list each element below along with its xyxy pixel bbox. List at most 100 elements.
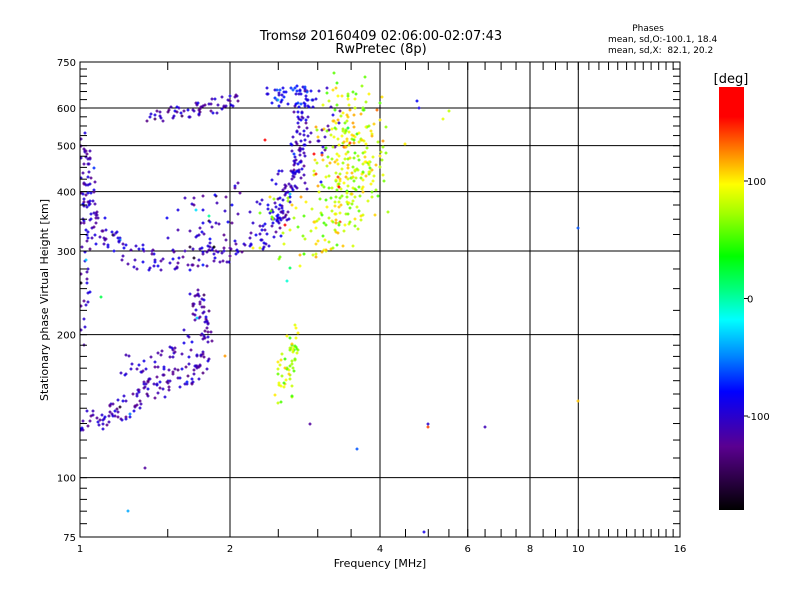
data-point <box>309 229 313 233</box>
data-point <box>331 113 335 117</box>
data-point <box>85 152 89 156</box>
data-point <box>85 409 89 413</box>
data-point <box>124 353 128 357</box>
data-point <box>86 236 90 240</box>
data-point <box>137 247 141 251</box>
data-point <box>161 387 165 391</box>
data-point <box>271 221 275 225</box>
data-point <box>96 420 100 424</box>
data-point <box>96 216 100 220</box>
data-point <box>339 187 343 191</box>
data-point <box>357 140 361 144</box>
data-point <box>291 88 295 92</box>
data-point <box>333 160 337 164</box>
data-point <box>181 255 185 259</box>
data-point <box>342 181 346 185</box>
data-point <box>215 111 219 115</box>
data-point <box>274 230 278 234</box>
data-point <box>327 174 331 178</box>
data-point <box>370 168 374 172</box>
data-point <box>173 367 177 371</box>
data-point <box>82 299 86 303</box>
data-point <box>302 173 306 177</box>
data-point <box>142 359 146 363</box>
data-point <box>576 226 580 230</box>
data-point <box>331 88 335 92</box>
data-point <box>369 182 373 186</box>
data-point <box>277 169 281 173</box>
data-point <box>260 198 264 202</box>
data-point <box>153 117 157 121</box>
data-point <box>191 247 195 251</box>
data-point <box>279 400 283 404</box>
data-point <box>299 139 303 143</box>
data-point <box>273 393 277 397</box>
data-point <box>441 117 445 121</box>
data-point <box>176 208 180 212</box>
data-point <box>382 179 386 183</box>
data-point <box>236 181 240 185</box>
data-point <box>352 113 356 117</box>
data-point <box>186 108 190 112</box>
data-point <box>364 142 368 146</box>
data-point <box>201 221 205 225</box>
data-point <box>325 164 329 168</box>
data-point <box>212 259 216 263</box>
data-point <box>200 230 204 234</box>
data-point <box>115 407 119 411</box>
data-point <box>171 370 175 374</box>
data-point <box>343 223 347 227</box>
data-point <box>327 240 331 244</box>
data-point <box>483 425 487 429</box>
data-point <box>346 150 350 154</box>
data-point <box>351 90 355 94</box>
data-point <box>195 316 199 320</box>
data-point <box>279 358 283 362</box>
data-point <box>177 256 181 260</box>
data-point <box>186 374 190 378</box>
data-point <box>355 205 359 209</box>
data-point <box>337 200 341 204</box>
data-point <box>290 362 294 366</box>
data-point <box>233 186 237 190</box>
data-point <box>278 88 282 92</box>
data-point <box>222 246 226 250</box>
x-tick-label: 1 <box>77 544 83 555</box>
data-point <box>128 412 132 416</box>
data-point <box>326 155 330 159</box>
data-point <box>146 387 150 391</box>
data-point <box>209 330 213 334</box>
data-point <box>346 166 350 170</box>
data-point <box>316 239 320 243</box>
data-point <box>218 260 222 264</box>
data-point <box>317 89 321 93</box>
data-point <box>213 256 217 260</box>
data-point <box>305 187 309 191</box>
data-point <box>182 328 186 332</box>
data-point <box>258 232 262 236</box>
data-point <box>106 245 110 249</box>
data-point <box>110 230 114 234</box>
data-point <box>142 382 146 386</box>
data-point <box>134 244 138 248</box>
data-point <box>149 112 153 116</box>
data-point <box>280 169 284 173</box>
data-point <box>288 266 292 270</box>
data-point <box>345 195 349 199</box>
data-point <box>317 217 321 221</box>
data-point <box>361 162 365 166</box>
data-point <box>308 422 312 426</box>
data-point <box>261 224 265 228</box>
data-point <box>321 234 325 238</box>
data-point <box>88 419 92 423</box>
data-point <box>104 228 108 232</box>
data-point <box>333 108 337 112</box>
data-point <box>336 175 340 179</box>
data-point <box>90 236 94 240</box>
data-point <box>234 242 238 246</box>
data-point <box>141 260 145 264</box>
data-point <box>305 126 309 130</box>
data-point <box>375 108 379 112</box>
data-point <box>214 221 218 225</box>
data-point <box>422 530 426 534</box>
